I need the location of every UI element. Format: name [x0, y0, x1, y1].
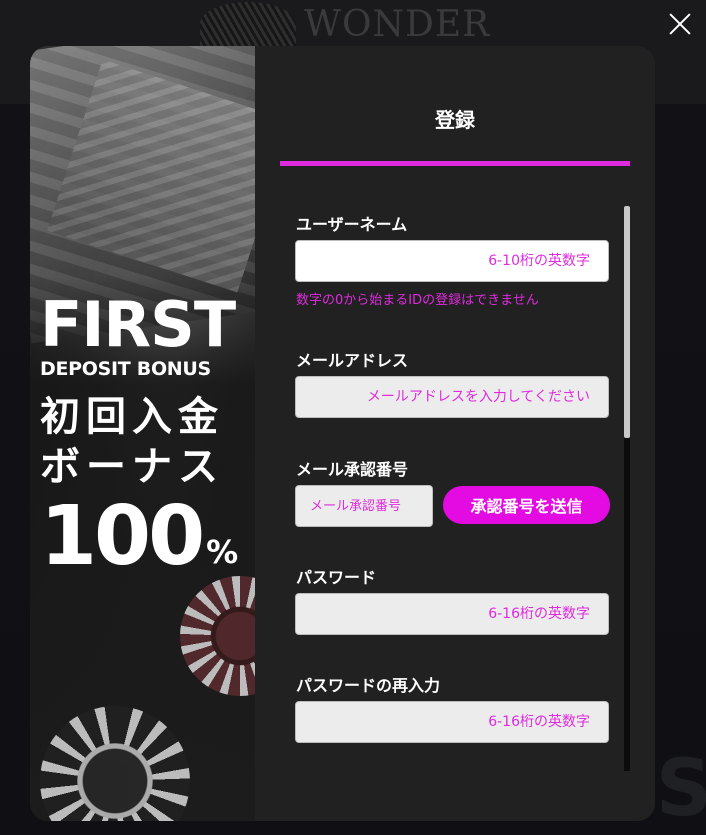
- username-label: ユーザーネーム: [296, 215, 408, 234]
- registration-form: 登録 ユーザーネーム 数字の0から始まるIDの登録はできません メールアドレス …: [255, 46, 655, 821]
- form-scrollbar-thumb[interactable]: [624, 206, 630, 438]
- password-confirm-input[interactable]: [295, 701, 609, 743]
- logo-mark-icon: [200, 2, 296, 46]
- promo-banner: FIRST DEPOSIT BONUS 初回入金 ボーナス 100 %: [30, 46, 255, 821]
- promo-first: FIRST: [40, 288, 236, 361]
- promo-text: FIRST DEPOSIT BONUS 初回入金 ボーナス 100 %: [40, 294, 250, 580]
- send-code-button[interactable]: 承認番号を送信: [443, 486, 610, 524]
- form-title: 登録: [435, 108, 475, 132]
- promo-bonus-jp: ボーナス: [40, 444, 224, 490]
- password-label: パスワード: [296, 568, 377, 587]
- username-input[interactable]: [295, 240, 609, 282]
- form-scrollbar[interactable]: [624, 206, 630, 771]
- form-title-underline: [280, 161, 630, 166]
- close-icon[interactable]: [666, 10, 694, 38]
- promo-percent-sign: %: [206, 533, 239, 571]
- registration-modal: FIRST DEPOSIT BONUS 初回入金 ボーナス 100 % 登録 ユ…: [30, 46, 655, 821]
- promo-percent: 100 %: [40, 494, 250, 580]
- password-confirm-label: パスワードの再入力: [296, 676, 441, 695]
- site-logo: WONDER: [200, 2, 490, 46]
- site-logo-text: WONDER: [304, 3, 491, 45]
- email-code-label: メール承認番号: [296, 460, 409, 479]
- promo-percent-value: 100: [40, 489, 205, 584]
- email-label: メールアドレス: [296, 351, 409, 370]
- background-faded-text: S: [655, 744, 706, 834]
- password-input[interactable]: [295, 593, 609, 635]
- promo-deposit-bonus: DEPOSIT BONUS: [40, 358, 211, 380]
- username-hint: 数字の0から始まるIDの登録はできません: [296, 293, 539, 308]
- email-code-input[interactable]: [295, 485, 433, 527]
- promo-first-deposit-jp: 初回入金: [40, 394, 224, 440]
- email-input[interactable]: [295, 376, 609, 418]
